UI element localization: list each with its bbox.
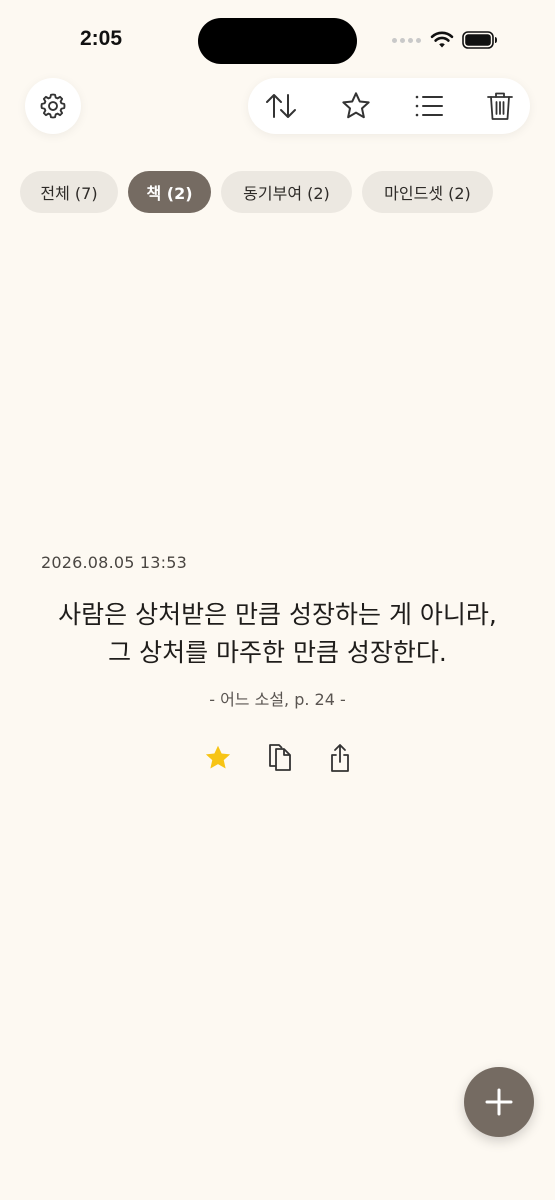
list-icon — [415, 95, 443, 117]
status-time: 2:05 — [80, 27, 123, 50]
toolbar — [248, 78, 530, 134]
copy-icon — [269, 744, 291, 771]
category-chip-label: 동기부여 (2) — [243, 184, 330, 203]
list-view-button[interactable] — [409, 86, 449, 126]
delete-button[interactable] — [480, 86, 520, 126]
sort-button[interactable] — [261, 86, 301, 126]
category-chip-motivation[interactable]: 동기부여 (2) — [221, 171, 352, 213]
quote-date: 2026.08.05 13:53 — [41, 553, 188, 572]
trash-icon — [487, 92, 513, 120]
quote-text: 사람은 상처받은 만큼 성장하는 게 아니라, 그 상처를 마주한 만큼 성장한… — [20, 596, 535, 672]
plus-icon — [485, 1088, 513, 1116]
share-icon — [331, 744, 349, 772]
quote-line-2: 그 상처를 마주한 만큼 성장한다. — [108, 638, 447, 667]
category-chip-label: 마인드셋 (2) — [384, 184, 471, 203]
status-bar: 2:05 — [0, 0, 555, 80]
category-chip-label: 전체 (7) — [40, 184, 98, 203]
wifi-icon — [430, 31, 454, 48]
gear-icon — [40, 93, 66, 119]
star-filled-icon — [205, 745, 231, 769]
favorites-filter-button[interactable] — [336, 86, 376, 126]
add-quote-button[interactable] — [464, 1067, 534, 1137]
copy-button[interactable] — [262, 740, 298, 776]
category-chip-mindset[interactable]: 마인드셋 (2) — [362, 171, 493, 213]
quote-source: - 어느 소설, p. 24 - — [209, 690, 346, 709]
category-chip-label: 책 (2) — [146, 184, 193, 203]
favorite-toggle-button[interactable] — [200, 740, 236, 776]
quote-line-1: 사람은 상처받은 만큼 성장하는 게 아니라, — [58, 600, 497, 629]
category-chip-all[interactable]: 전체 (7) — [20, 171, 118, 213]
cellular-signal-icon — [392, 38, 424, 44]
battery-icon — [462, 31, 497, 49]
status-indicators — [392, 30, 507, 52]
share-button[interactable] — [322, 740, 358, 776]
dynamic-island — [198, 18, 357, 64]
settings-button[interactable] — [25, 78, 81, 134]
star-outline-icon — [342, 92, 370, 119]
category-chip-book[interactable]: 책 (2) — [128, 171, 211, 213]
sort-arrows-icon — [266, 94, 296, 118]
